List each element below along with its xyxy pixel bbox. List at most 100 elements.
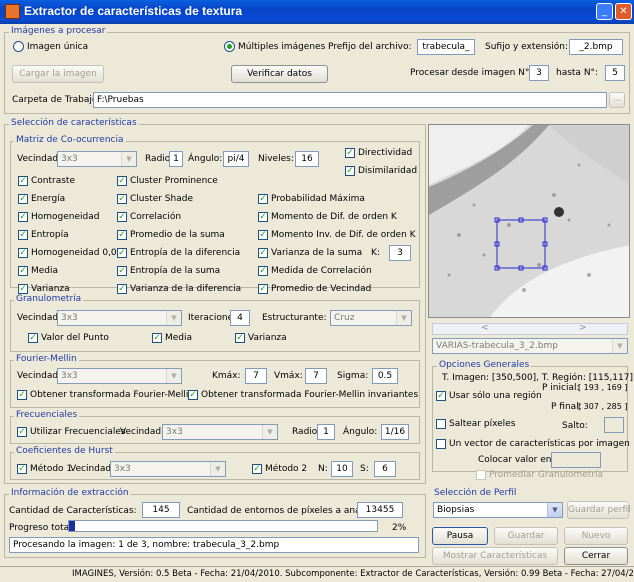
feature-checkbox[interactable]: ✓ [117,194,127,204]
window-title: Extractor de características de textura [24,4,243,18]
feature-checkbox[interactable]: ✓ [117,266,127,276]
iteraciones-input[interactable]: 4 [230,310,250,326]
feature-checkbox[interactable]: ✓ [258,230,268,240]
colocar-input[interactable] [551,452,601,468]
k-input[interactable]: 3 [389,245,411,261]
granulometria-group [10,300,420,352]
frecuenciales-vecindad-label: Vecindad: [120,427,165,437]
feature-checkbox[interactable]: ✓ [258,194,268,204]
opciones-group-title: Opciones Generales [437,360,532,370]
usar-region-checkbox[interactable]: ✓ [436,391,446,401]
fourier-transf-inv-checkbox[interactable]: ✓ [188,390,198,400]
radio-multiples-label: Múltiples imágenes [238,42,326,52]
valor-punto-checkbox[interactable]: ✓ [28,333,38,343]
hurst-s-input[interactable]: 6 [374,461,396,477]
un-vector-checkbox[interactable] [436,439,446,449]
feature-checkbox[interactable]: ✓ [18,266,28,276]
matriz-angulo-label: Ángulo: [188,154,223,164]
carpeta-input[interactable]: F:\Pruebas [93,92,607,108]
desde-input[interactable]: 3 [529,65,549,81]
feature-label: Media [31,266,59,276]
browse-folder-button[interactable]: ... [609,92,625,108]
fourier-vecindad-label: Vecindad: [17,371,62,381]
saltear-checkbox[interactable] [436,419,446,429]
media-checkbox[interactable]: ✓ [152,333,162,343]
feature-checkbox[interactable]: ✓ [18,194,28,204]
close-button[interactable]: ✕ [615,3,632,20]
utilizar-frecuenciales-checkbox[interactable]: ✓ [17,427,27,437]
metodo1-checkbox[interactable]: ✓ [17,464,27,474]
fourier-vecindad-select[interactable]: 3x3 ▼ [57,368,182,384]
feature-checkbox[interactable]: ✓ [18,212,28,222]
image-file-select[interactable]: VARIAS-trabecula_3_2.bmp ▼ [432,338,628,354]
next-image-button[interactable]: > [579,323,587,333]
granulometria-vecindad-select[interactable]: 3x3 ▼ [57,310,182,326]
frecuenciales-vecindad-select[interactable]: 3x3 ▼ [162,424,278,440]
promediar-checkbox[interactable] [476,470,486,480]
image-nav-bar[interactable]: < > [432,323,628,335]
guardar-perfil-button[interactable]: Guardar perfil [567,501,631,519]
sufijo-input[interactable]: _2.bmp [569,39,623,55]
frecuenciales-group-title: Frecuenciales [14,410,80,420]
directividad-checkbox[interactable]: ✓ [345,148,355,158]
feature-checkbox[interactable]: ✓ [18,230,28,240]
matriz-group-title: Matriz de Co-ocurrencia [14,135,126,145]
estructurante-select[interactable]: Cruz ▼ [330,310,412,326]
feature-checkbox[interactable]: ✓ [117,212,127,222]
salto-input[interactable] [604,417,624,433]
estructurante-label: Estructurante: [262,313,327,323]
prefijo-input[interactable]: trabecula_ [417,39,475,55]
feature-checkbox[interactable]: ✓ [18,284,28,294]
fourier-transf-checkbox[interactable]: ✓ [17,390,27,400]
progreso-pct: 2% [392,523,407,533]
frecuenciales-angulo-input[interactable]: 1/16 [381,424,409,440]
feature-checkbox[interactable]: ✓ [117,284,127,294]
feature-checkbox[interactable]: ✓ [18,248,28,258]
feature-checkbox[interactable]: ✓ [117,176,127,186]
p-inicial-value: [ 193 , 169 ] [578,383,628,392]
granulometria-vecindad-value: 3x3 [61,313,78,323]
guardar-button[interactable]: Guardar [494,527,558,545]
kmax-input[interactable]: 7 [245,368,267,384]
feature-checkbox[interactable]: ✓ [258,284,268,294]
metodo2-checkbox[interactable]: ✓ [252,464,262,474]
matriz-angulo-input[interactable]: pi/4 [223,151,249,167]
mostrar-caracteristicas-button[interactable]: Mostrar Características [432,547,558,565]
image-preview[interactable] [428,124,630,318]
radio-multiples-imagenes[interactable] [224,41,235,52]
feature-label: Varianza de la suma [271,248,363,258]
matriz-vecindad-select[interactable]: 3x3 ▼ [57,151,137,167]
frecuenciales-radio-input[interactable]: 1 [317,424,335,440]
perfil-select[interactable]: Biopsias ▼ [433,502,563,518]
feature-checkbox[interactable]: ✓ [117,248,127,258]
hurst-n-label: N: [318,464,328,474]
cargar-imagen-button[interactable]: Cargar la imagen [12,65,104,83]
cerrar-button[interactable]: Cerrar [564,547,628,565]
verificar-datos-button[interactable]: Verificar datos [231,65,328,83]
progress-fill [69,521,76,531]
prev-image-button[interactable]: < [481,323,489,333]
feature-checkbox[interactable]: ✓ [258,248,268,258]
disimilaridad-checkbox[interactable]: ✓ [345,166,355,176]
feature-checkbox[interactable]: ✓ [258,212,268,222]
sigma-input[interactable]: 0.5 [372,368,398,384]
hurst-n-input[interactable]: 10 [331,461,353,477]
matriz-vecindad-value: 3x3 [61,154,78,164]
feature-checkbox[interactable]: ✓ [117,230,127,240]
colocar-label: Colocar valor en: [478,455,555,465]
radio-imagen-unica[interactable] [13,41,24,52]
nuevo-button[interactable]: Nuevo [564,527,628,545]
feature-checkbox[interactable]: ✓ [258,266,268,276]
varianza-checkbox[interactable]: ✓ [235,333,245,343]
matriz-vecindad-label: Vecindad: [17,154,62,164]
vmax-input[interactable]: 7 [305,368,327,384]
hasta-input[interactable]: 5 [605,65,625,81]
feature-label: Cluster Prominence [130,176,218,186]
matriz-niveles-input[interactable]: 16 [295,151,319,167]
feature-checkbox[interactable]: ✓ [18,176,28,186]
disimilaridad-label: Disimilaridad [358,166,418,176]
pausa-button[interactable]: Pausa [432,527,488,545]
hurst-vecindad-select[interactable]: 3x3 ▼ [110,461,226,477]
matriz-radio-input[interactable]: 1 [169,151,183,167]
minimize-button[interactable]: _ [596,3,613,20]
